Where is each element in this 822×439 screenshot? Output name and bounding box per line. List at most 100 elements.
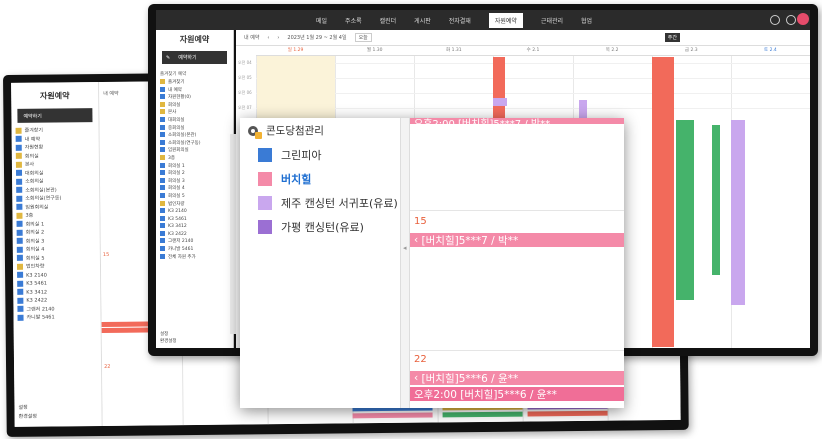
checkbox-icon[interactable] (160, 124, 165, 130)
top-event-label[interactable]: 오후2:00 [버치힐]5***7 / 박** (414, 118, 550, 130)
main-tree-item[interactable]: 회의실 (160, 101, 233, 110)
legend-item[interactable]: 버치힐 (258, 171, 311, 187)
checkbox-icon[interactable] (17, 297, 24, 304)
settings-link[interactable]: 설정 (160, 331, 177, 339)
main-tree-item[interactable]: K3 3412 (160, 223, 233, 231)
back-event-bar[interactable] (352, 412, 433, 419)
checkbox-icon[interactable] (16, 186, 23, 193)
top-menu-item[interactable]: 주소록 (345, 16, 362, 25)
day-header[interactable]: 목 2.2 (572, 47, 652, 56)
folder-icon[interactable] (160, 200, 165, 206)
checkbox-icon[interactable] (160, 238, 165, 244)
week-view-button[interactable]: 주간 (664, 33, 680, 42)
prev-week-button[interactable]: ‹ (267, 35, 269, 41)
booking-bar[interactable] (711, 125, 720, 275)
top-menu-item[interactable]: 게시판 (414, 16, 431, 25)
checkbox-icon[interactable] (17, 271, 24, 278)
main-tree-item[interactable]: 3층 (160, 154, 233, 163)
back-reserve-button[interactable]: 예약하기 (17, 108, 93, 123)
main-tree-item[interactable]: K3 5461 (160, 215, 233, 224)
legend-item[interactable]: 그린피아 (258, 147, 321, 163)
collapse-arrow-icon[interactable]: ◂ (403, 244, 407, 252)
checkbox-icon[interactable] (160, 215, 165, 221)
main-tree-item[interactable]: 내 예약 (160, 86, 233, 95)
today-button[interactable]: 오늘 (354, 33, 372, 42)
main-tree-item[interactable]: 즐겨찾기 (160, 79, 233, 87)
main-tree-item[interactable]: 회의실 2 (160, 170, 233, 178)
checkbox-icon[interactable] (15, 169, 23, 176)
event-bar[interactable]: ‹ [버치힐]5***7 / 박** (410, 233, 624, 247)
top-menu-item[interactable]: 메일 (316, 16, 327, 25)
checkbox-icon[interactable] (160, 230, 165, 236)
main-tree-item[interactable]: 자원현황(0) (160, 94, 233, 102)
legend-item[interactable]: 가평 캔싱턴(유료) (258, 219, 364, 235)
main-tree-item[interactable]: 법인차량 (160, 200, 233, 209)
main-tree-item[interactable]: 그랜저 2140 (160, 238, 233, 246)
checkbox-icon[interactable] (160, 170, 165, 176)
day-header[interactable]: 화 1.31 (414, 47, 494, 56)
checkbox-icon[interactable] (16, 203, 23, 210)
main-tree-item[interactable]: 임원회의실 (160, 147, 233, 155)
day-header[interactable]: 월 1.30 (335, 47, 415, 56)
main-tree-item[interactable]: 중회의실 (160, 124, 233, 133)
folder-icon[interactable] (160, 109, 165, 115)
folder-icon[interactable] (15, 161, 22, 168)
folder-icon[interactable] (15, 127, 22, 134)
favorite-reservation-link[interactable]: 즐겨찾기 예약 (156, 66, 233, 79)
event-bar[interactable]: 오후2:00 [버치힐]5***6 / 윤** (410, 387, 624, 401)
checkbox-icon[interactable] (160, 223, 165, 229)
checkbox-icon[interactable] (160, 185, 165, 191)
booking-bar[interactable] (493, 98, 508, 106)
main-tree-item[interactable]: 본사 (160, 109, 233, 117)
top-menu-item[interactable]: 전자결재 (449, 16, 471, 25)
checkbox-icon[interactable] (15, 135, 22, 142)
folder-icon[interactable] (16, 212, 23, 219)
day-header[interactable]: 일 1.29 (256, 47, 336, 56)
folder-icon[interactable] (16, 263, 24, 270)
day-22-label[interactable]: 22 (414, 354, 427, 365)
booking-bar[interactable] (730, 120, 745, 305)
main-tree-item[interactable]: K3 2422 (160, 230, 233, 239)
checkbox-icon[interactable] (16, 237, 23, 244)
checkbox-icon[interactable] (16, 195, 23, 202)
day-header[interactable]: 토 2.4 (730, 47, 810, 56)
day-15-label[interactable]: 15 (414, 216, 427, 227)
main-tree-item[interactable]: 대회의실 (160, 116, 233, 125)
folder-icon[interactable] (160, 154, 165, 160)
booking-bar[interactable] (651, 57, 674, 347)
checkbox-icon[interactable] (160, 162, 165, 168)
main-tree-item[interactable]: 소회의실(연구동) (160, 139, 233, 148)
notification-icon[interactable] (786, 15, 796, 25)
checkbox-icon[interactable] (15, 144, 22, 151)
next-week-button[interactable]: › (277, 35, 279, 41)
main-tree-item[interactable]: K3 2140 (160, 208, 233, 216)
checkbox-icon[interactable] (160, 177, 165, 183)
folder-icon[interactable] (15, 152, 22, 159)
main-tree-item[interactable]: 회의실 3 (160, 177, 233, 186)
top-menu-item[interactable]: 근태관리 (541, 16, 563, 25)
panel-splitter[interactable]: ◂ (400, 118, 410, 408)
checkbox-icon[interactable] (160, 192, 165, 198)
checkbox-icon[interactable] (160, 132, 165, 138)
checkbox-icon[interactable] (17, 305, 24, 312)
checkbox-icon[interactable] (16, 220, 23, 227)
day-header[interactable]: 금 2.3 (651, 47, 731, 56)
back-event-bar[interactable] (442, 411, 523, 418)
checkbox-icon[interactable] (160, 139, 165, 145)
folder-icon[interactable] (160, 101, 165, 107)
back-event-bar[interactable] (527, 410, 608, 417)
main-tree-item[interactable]: 회의실 4 (160, 185, 233, 193)
main-tree-item[interactable]: 전체 자원 추가 (160, 253, 233, 262)
back-tree-item[interactable]: 카니발 5461 (17, 313, 101, 322)
checkbox-icon[interactable] (16, 246, 23, 253)
checkbox-icon[interactable] (160, 94, 165, 100)
checkbox-icon[interactable] (16, 254, 23, 261)
checkbox-icon[interactable] (16, 229, 23, 236)
checkbox-icon[interactable] (17, 280, 24, 287)
checkbox-icon[interactable] (160, 147, 165, 153)
top-menu-item[interactable]: 자원예약 (488, 12, 523, 28)
checkbox-icon[interactable] (160, 253, 165, 259)
back-preferences-link[interactable]: 환경설정 (19, 412, 37, 421)
legend-item[interactable]: 제주 캔싱턴 서귀포(유료) (258, 195, 398, 211)
settings-icon[interactable] (770, 15, 780, 25)
